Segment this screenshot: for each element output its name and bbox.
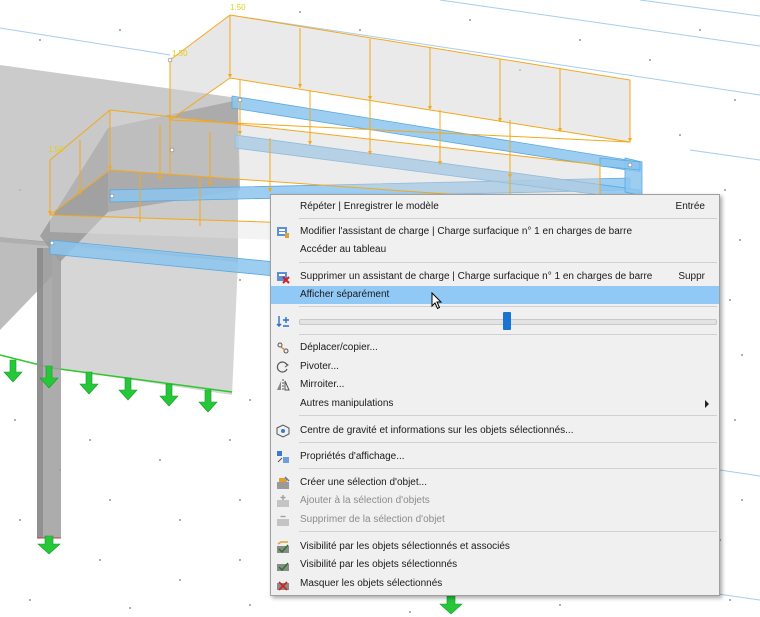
menu-item-shortcut: Suppr — [678, 271, 705, 282]
menu-item-label: Supprimer de la sélection d'objet — [300, 514, 445, 525]
menu-separator — [299, 262, 717, 263]
menu-item-label: Centre de gravité et informations sur le… — [300, 425, 574, 436]
mouse-cursor-icon — [431, 292, 443, 310]
add-to-selection-icon — [277, 495, 289, 507]
menu-item-label: Accéder au tableau — [300, 244, 387, 255]
menu-separator — [299, 531, 717, 532]
menu-separator — [299, 442, 717, 443]
menu-item-add-to-selection[interactable]: Ajouter à la sélection d'objets — [271, 492, 719, 510]
menu-item-rotate[interactable]: Pivoter... — [271, 358, 719, 376]
center-of-gravity-icon — [276, 424, 290, 438]
menu-item-label: Mirroiter... — [300, 379, 345, 390]
remove-from-selection-icon — [277, 515, 289, 526]
menu-item-shortcut: Entrée — [675, 201, 705, 212]
menu-item-label: Créer une sélection d'objet... — [300, 477, 427, 488]
menu-item-label: Modifier l'assistant de charge | Charge … — [300, 226, 633, 237]
transparency-slider[interactable] — [299, 312, 717, 330]
menu-item-label: Afficher séparément — [300, 289, 390, 300]
visibility-associated-icon — [277, 541, 289, 554]
mirror-icon — [277, 379, 290, 391]
move-copy-icon — [277, 342, 289, 354]
dim-label-2: 1.50 — [172, 49, 188, 58]
menu-item-visibility-associated[interactable]: Visibilité par les objets sélectionnés e… — [271, 538, 719, 556]
menu-separator — [299, 334, 717, 335]
visibility-selected-icon — [277, 562, 289, 572]
menu-item-display-properties[interactable]: Propriétés d'affichage... — [271, 448, 719, 466]
menu-item-go-to-table[interactable]: Accéder au tableau — [271, 241, 719, 259]
menu-item-mirror[interactable]: Mirroiter... — [271, 376, 719, 394]
menu-item-label: Pivoter... — [300, 361, 339, 372]
menu-separator — [299, 468, 717, 469]
menu-item-delete-load-wizard[interactable]: Supprimer un assistant de charge | Charg… — [271, 268, 719, 286]
menu-item-hide-selected[interactable]: Masquer les objets sélectionnés — [271, 575, 719, 593]
menu-item-move-copy[interactable]: Déplacer/copier... — [271, 339, 719, 357]
menu-item-label: Propriétés d'affichage... — [300, 451, 405, 462]
menu-item-label: Autres manipulations — [300, 398, 394, 409]
menu-item-label: Supprimer un assistant de charge | Charg… — [300, 271, 653, 282]
create-selection-icon — [277, 476, 290, 489]
menu-item-visibility-selected[interactable]: Visibilité par les objets sélectionnés — [271, 556, 719, 574]
dim-label-1: 1.50 — [230, 3, 246, 12]
dim-label-3: 1.50 — [48, 145, 64, 154]
menu-item-label: Visibilité par les objets sélectionnés — [300, 559, 458, 570]
menu-item-create-selection[interactable]: Créer une sélection d'objet... — [271, 474, 719, 492]
menu-separator — [299, 218, 717, 219]
menu-item-repeat-save-model[interactable]: Répéter | Enregistrer le modèle Entrée — [271, 198, 719, 216]
menu-item-label: Ajouter à la sélection d'objets — [300, 495, 430, 506]
slider-thumb[interactable] — [503, 312, 511, 330]
context-menu: Répéter | Enregistrer le modèle Entrée M… — [270, 194, 720, 596]
menu-separator — [299, 415, 717, 416]
menu-item-other-manipulations[interactable]: Autres manipulations — [271, 395, 719, 413]
menu-item-center-of-gravity[interactable]: Centre de gravité et informations sur le… — [271, 422, 719, 440]
menu-item-label: Déplacer/copier... — [300, 342, 378, 353]
menu-item-label: Masquer les objets sélectionnés — [300, 578, 443, 589]
transparency-icon — [276, 316, 289, 327]
menu-item-remove-from-selection[interactable]: Supprimer de la sélection d'objet — [271, 511, 719, 529]
menu-separator — [299, 306, 717, 307]
menu-item-edit-load-wizard[interactable]: Modifier l'assistant de charge | Charge … — [271, 223, 719, 241]
menu-item-label: Visibilité par les objets sélectionnés e… — [300, 541, 510, 552]
menu-item-show-separately[interactable]: Afficher séparément — [271, 286, 719, 304]
menu-item-label: Répéter | Enregistrer le modèle — [300, 201, 439, 212]
hide-selected-icon — [277, 581, 289, 591]
submenu-arrow-icon — [705, 400, 709, 408]
edit-load-wizard-icon — [277, 227, 289, 238]
delete-load-wizard-icon — [277, 272, 290, 284]
column[interactable] — [37, 248, 61, 539]
rotate-icon — [276, 361, 289, 373]
display-properties-icon — [277, 451, 289, 463]
